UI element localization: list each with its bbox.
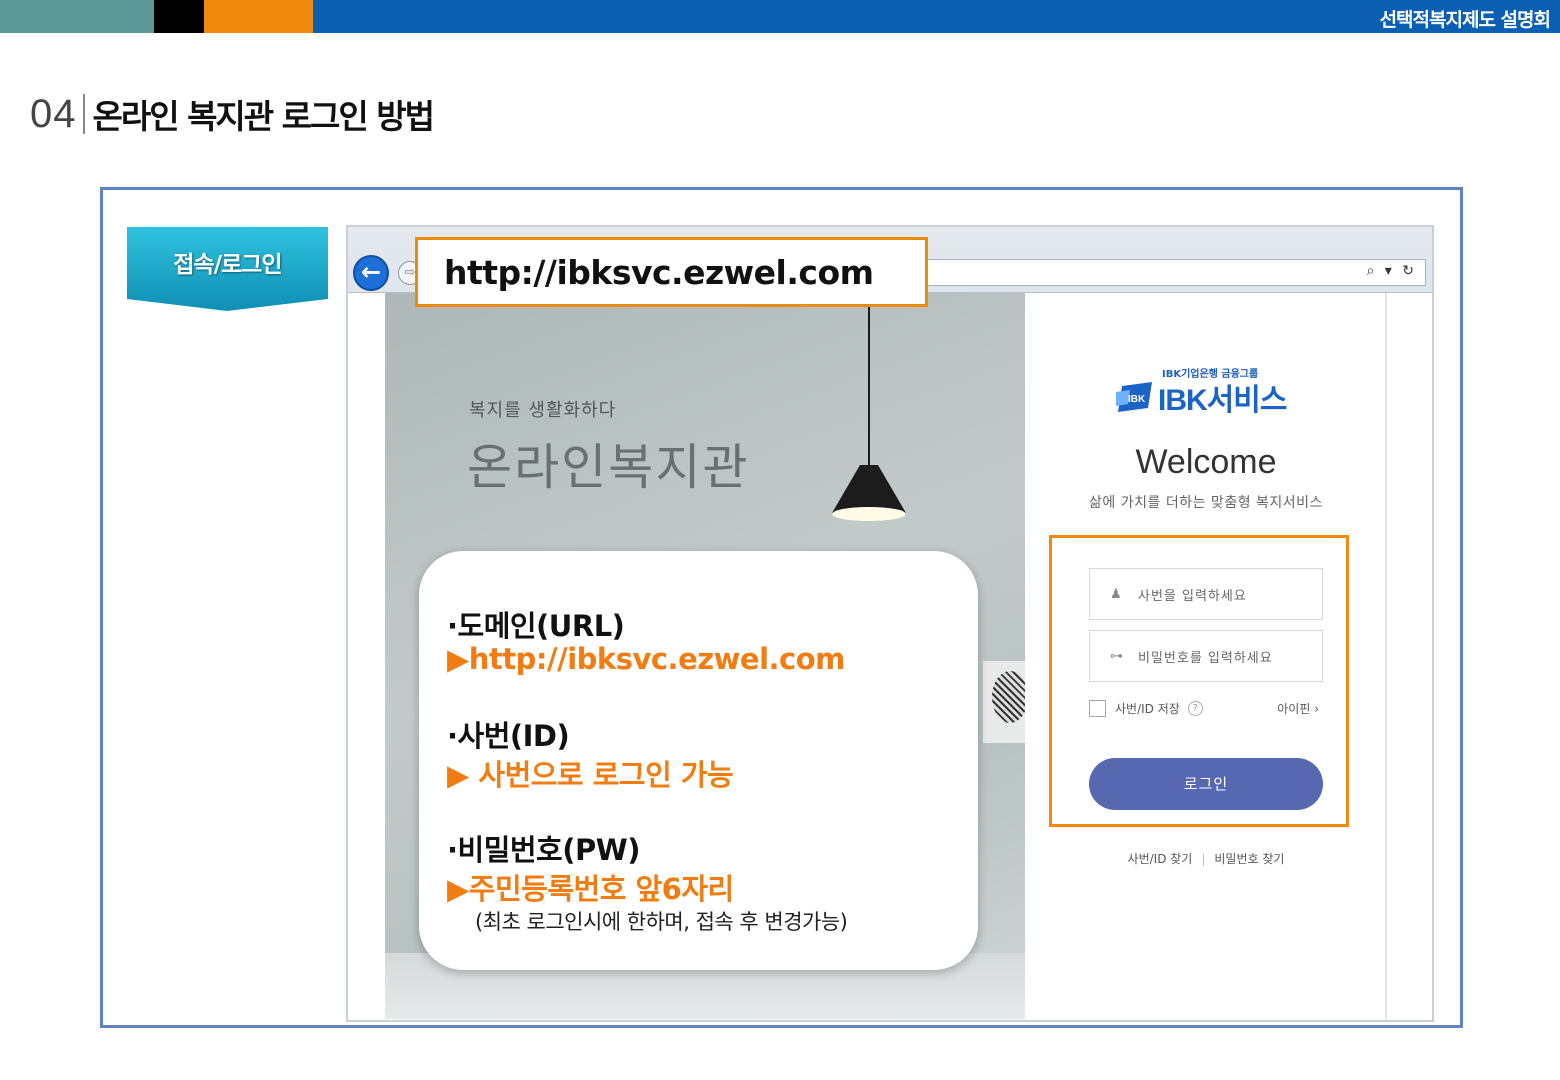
hero-title: 온라인복지관 [467, 439, 750, 496]
section-title: 온라인 복지관 로그인 방법 [92, 97, 435, 136]
step-ribbon: 접속/로그인 [127, 227, 328, 311]
wave-pattern-icon [992, 671, 1028, 723]
brand-name: IBK서비스 [1158, 384, 1287, 417]
url-callout-text: http://ibksvc.ezwel.com [444, 252, 874, 292]
domain-label: ·도메인(URL) [447, 609, 625, 643]
top-bar: 선택적복지제도 설명회 [0, 0, 1560, 33]
find-password-link[interactable]: 비밀번호 찾기 [1214, 852, 1284, 866]
ibk-logo: IBK IBK서비스 [1116, 375, 1287, 419]
back-arrow-icon[interactable]: ← [353, 255, 389, 291]
top-bar-orange-segment [204, 0, 313, 33]
top-bar-black-segment [154, 0, 204, 33]
password-label: ·비밀번호(PW) [447, 833, 641, 867]
password-note: (최초 로그인시에 한하며, 접속 후 변경가능) [475, 910, 848, 934]
ibk-logo-icon: IBK [1116, 382, 1152, 412]
id-value: ▶ 사번으로 로그인 가능 [447, 758, 734, 792]
section-heading: 04 온라인 복지관 로그인 방법 [30, 91, 435, 137]
section-number: 04 [30, 91, 77, 136]
welcome-heading: Welcome [1135, 443, 1277, 481]
heading-divider [82, 94, 85, 134]
hero-subtitle: 복지를 생활화하다 [469, 400, 617, 421]
id-label: ·사번(ID) [447, 719, 570, 753]
search-refresh-icon[interactable]: ⌕ ▾ ↻ [1367, 263, 1418, 279]
find-links: 사번/ID 찾기 | 비밀번호 찾기 [1025, 850, 1387, 867]
link-separator: | [1201, 852, 1206, 866]
ribbon-label: 접속/로그인 [173, 252, 282, 278]
lamp-icon [832, 465, 906, 521]
login-highlight-box [1049, 535, 1349, 827]
instruction-card: ·도메인(URL) ▶http://ibksvc.ezwel.com ·사번(I… [419, 551, 978, 970]
welcome-subtitle: 삶에 가치를 더하는 맞춤형 복지서비스 [1089, 495, 1323, 511]
presentation-title: 선택적복지제도 설명회 [1379, 9, 1551, 31]
lamp-cord [868, 293, 870, 469]
top-bar-teal-segment [0, 0, 154, 33]
find-id-link[interactable]: 사번/ID 찾기 [1128, 852, 1193, 866]
password-value: ▶주민등록번호 앞6자리 [447, 872, 734, 906]
domain-value: ▶http://ibksvc.ezwel.com [447, 642, 845, 676]
svg-text:IBK: IBK [1128, 394, 1146, 405]
url-callout: http://ibksvc.ezwel.com [415, 237, 928, 307]
